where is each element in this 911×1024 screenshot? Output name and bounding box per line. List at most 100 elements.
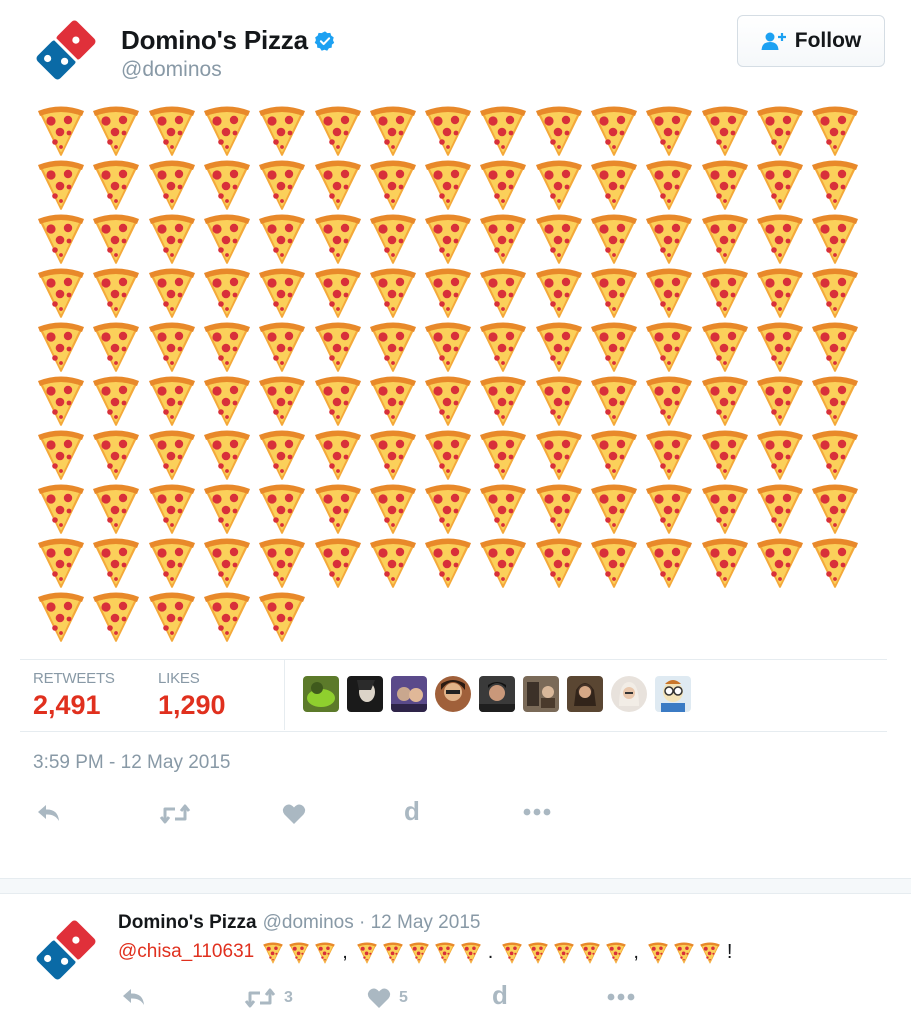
pizza-slice-emoji: [643, 319, 695, 373]
reply-icon: [123, 989, 144, 1005]
reply-button[interactable]: [36, 803, 62, 823]
pizza-slice-emoji: [35, 319, 87, 373]
reply-more-button[interactable]: [606, 991, 636, 1003]
pizza-slice-emoji: [90, 373, 142, 427]
pizza-slice-emoji: [256, 211, 308, 265]
d-label: d: [404, 796, 420, 826]
avatar[interactable]: [303, 676, 339, 712]
reply-d-button[interactable]: d: [492, 980, 508, 1011]
pizza-slice-emoji: [422, 157, 474, 211]
pizza-slice-emoji: [201, 211, 253, 265]
pizza-slice-emoji: [367, 373, 419, 427]
pizza-slice-emoji: [146, 265, 198, 319]
pizza-slice-emoji: [643, 157, 695, 211]
pizza-slice-emoji: [256, 265, 308, 319]
pizza-slice-emoji: [754, 265, 806, 319]
pizza-slice-emoji: [312, 103, 364, 157]
pizza-slice-emoji: [35, 211, 87, 265]
author-name[interactable]: Domino's Pizza: [121, 25, 308, 56]
pizza-slice-emoji: [256, 319, 308, 373]
retweet-button[interactable]: [159, 803, 191, 825]
pizza-slice-emoji: [477, 265, 529, 319]
avatar[interactable]: [347, 676, 383, 712]
pizza-slice-emoji: [35, 103, 87, 157]
pizza-slice-emoji: [146, 373, 198, 427]
dominos-logo[interactable]: [30, 14, 102, 86]
pizza-slice-emoji: [422, 481, 474, 535]
likes-stat[interactable]: LIKES 1,290: [158, 670, 226, 721]
pizza-slice-emoji: [643, 265, 695, 319]
author-handle[interactable]: @dominos: [121, 58, 222, 82]
pizza-slice-emoji: [699, 535, 751, 589]
avatar[interactable]: [523, 676, 559, 712]
avatar[interactable]: [435, 676, 471, 712]
pizza-slice-emoji: [533, 265, 585, 319]
pizza-slice-emoji: [754, 103, 806, 157]
pizza-slice-emoji: [35, 589, 87, 643]
reply-reply-button[interactable]: [121, 987, 147, 1007]
pizza-slice-emoji: [809, 373, 861, 427]
pizza-slice-emoji: [90, 589, 142, 643]
avatar[interactable]: [391, 676, 427, 712]
tweet-timestamp[interactable]: 3:59 PM - 12 May 2015: [33, 752, 231, 774]
pizza-slice-emoji: [35, 535, 87, 589]
reply-author-name[interactable]: Domino's Pizza: [118, 912, 257, 934]
pizza-slice-emoji: [754, 481, 806, 535]
pizza-slice-emoji: [605, 941, 627, 964]
retweets-label: RETWEETS: [33, 670, 115, 687]
follow-button[interactable]: Follow: [737, 15, 885, 67]
pizza-slice-emoji: [367, 265, 419, 319]
pizza-slice-emoji: [533, 427, 585, 481]
pizza-slice-emoji: [288, 941, 310, 964]
pizza-slice-emoji: [754, 157, 806, 211]
reply-meta[interactable]: @dominos · 12 May 2015: [263, 912, 481, 934]
pizza-slice-emoji: [35, 157, 87, 211]
pizza-slice-emoji: [256, 157, 308, 211]
pizza-slice-emoji: [699, 157, 751, 211]
pizza-slice-emoji: [579, 941, 601, 964]
d-button[interactable]: d: [404, 796, 420, 827]
retweets-stat[interactable]: RETWEETS 2,491: [33, 670, 115, 721]
pizza-slice-emoji: [367, 103, 419, 157]
reply-avatar-logo[interactable]: [30, 914, 102, 986]
pizza-slice-emoji: [201, 265, 253, 319]
avatar[interactable]: [567, 676, 603, 712]
pizza-slice-emoji: [35, 481, 87, 535]
reply-like-button[interactable]: 5: [367, 987, 408, 1009]
reply-punctuation: ,: [342, 940, 348, 963]
pizza-slice-emoji: [588, 427, 640, 481]
pizza-slice-emoji: [809, 103, 861, 157]
pizza-slice-emoji: [588, 265, 640, 319]
like-icon: [367, 988, 391, 1008]
pizza-slice-emoji: [460, 941, 482, 964]
pizza-slice-emoji: [533, 157, 585, 211]
pizza-slice-emoji: [312, 157, 364, 211]
more-button[interactable]: [522, 806, 552, 818]
pizza-slice-emoji: [356, 941, 378, 964]
pizza-slice-emoji: [90, 103, 142, 157]
like-button[interactable]: [282, 803, 306, 825]
divider: [284, 660, 285, 730]
pizza-slice-emoji: [533, 103, 585, 157]
pizza-slice-emoji: [422, 535, 474, 589]
avatar[interactable]: [655, 676, 691, 712]
pizza-slice-emoji: [422, 427, 474, 481]
pizza-slice-emoji: [256, 427, 308, 481]
likes-count: 1,290: [158, 690, 226, 720]
avatar[interactable]: [611, 676, 647, 712]
pizza-slice-emoji: [146, 319, 198, 373]
follow-label: Follow: [794, 29, 862, 52]
pizza-slice-emoji: [673, 941, 695, 964]
pizza-slice-emoji: [754, 535, 806, 589]
mention-link[interactable]: @chisa_110631: [118, 941, 254, 963]
pizza-slice-emoji: [754, 319, 806, 373]
pizza-slice-emoji: [262, 941, 284, 964]
pizza-slice-emoji: [256, 103, 308, 157]
reply-retweet-button[interactable]: 3: [244, 987, 293, 1009]
avatar[interactable]: [479, 676, 515, 712]
pizza-slice-emoji: [553, 941, 575, 964]
pizza-slice-emoji: [312, 373, 364, 427]
verified-badge-icon: [314, 30, 335, 51]
pizza-slice-emoji: [201, 103, 253, 157]
retweets-count: 2,491: [33, 690, 101, 720]
